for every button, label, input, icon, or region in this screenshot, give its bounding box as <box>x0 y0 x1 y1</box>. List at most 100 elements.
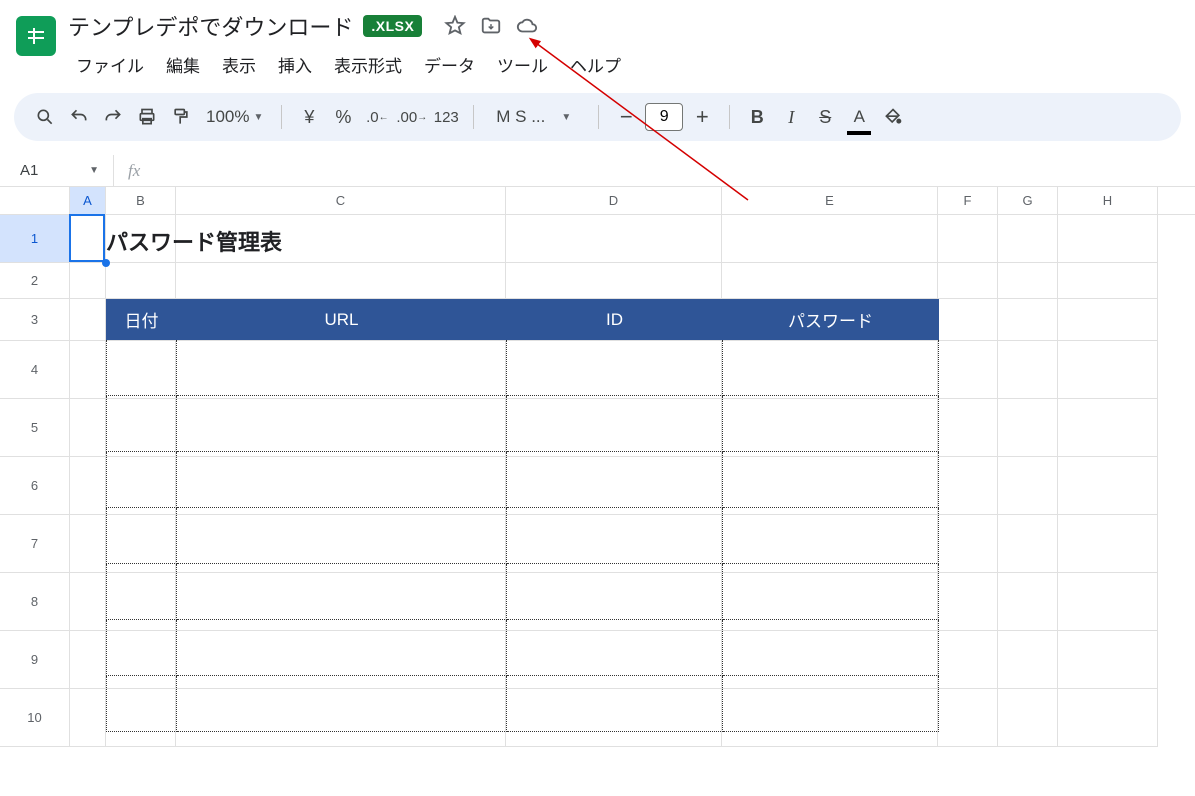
table-header[interactable]: 日付 <box>107 300 177 340</box>
menu-tools[interactable]: ツール <box>489 48 556 81</box>
cell-E2[interactable] <box>722 263 938 299</box>
cell-G1[interactable] <box>998 215 1058 263</box>
cell-H10[interactable] <box>1058 689 1158 747</box>
table-cell[interactable] <box>107 452 177 508</box>
column-header-A[interactable]: A <box>70 187 106 214</box>
cell-D2[interactable] <box>506 263 722 299</box>
table-header[interactable]: ID <box>507 300 723 340</box>
cell-H2[interactable] <box>1058 263 1158 299</box>
row-header-4[interactable]: 4 <box>0 341 70 399</box>
table-cell[interactable] <box>177 676 507 732</box>
cell-F5[interactable] <box>938 399 998 457</box>
menu-file[interactable]: ファイル <box>68 48 152 81</box>
cell-H1[interactable] <box>1058 215 1158 263</box>
table-cell[interactable] <box>723 396 939 452</box>
fill-color-button[interactable] <box>878 101 908 133</box>
cell-A2[interactable] <box>70 263 106 299</box>
menu-edit[interactable]: 編集 <box>158 48 208 81</box>
cell-A9[interactable] <box>70 631 106 689</box>
table-cell[interactable] <box>107 396 177 452</box>
cell-A5[interactable] <box>70 399 106 457</box>
cell-F3[interactable] <box>938 299 998 341</box>
cell-G6[interactable] <box>998 457 1058 515</box>
redo-button[interactable] <box>98 101 128 133</box>
column-header-D[interactable]: D <box>506 187 722 214</box>
cell-G9[interactable] <box>998 631 1058 689</box>
row-header-2[interactable]: 2 <box>0 263 70 299</box>
table-header[interactable]: パスワード <box>723 300 939 340</box>
column-header-B[interactable]: B <box>106 187 176 214</box>
table-cell[interactable] <box>507 396 723 452</box>
menu-format[interactable]: 表示形式 <box>326 48 410 81</box>
table-cell[interactable] <box>723 508 939 564</box>
font-family-select[interactable]: M S ...▼ <box>486 107 586 127</box>
table-cell[interactable] <box>177 452 507 508</box>
column-header-C[interactable]: C <box>176 187 506 214</box>
cell-G7[interactable] <box>998 515 1058 573</box>
cell-G5[interactable] <box>998 399 1058 457</box>
menu-help[interactable]: ヘルプ <box>562 48 629 81</box>
table-cell[interactable] <box>107 564 177 620</box>
cell-F6[interactable] <box>938 457 998 515</box>
table-cell[interactable] <box>107 620 177 676</box>
row-header-1[interactable]: 1 <box>0 215 70 263</box>
cell-H3[interactable] <box>1058 299 1158 341</box>
cell-F8[interactable] <box>938 573 998 631</box>
undo-button[interactable] <box>64 101 94 133</box>
bold-button[interactable]: B <box>742 101 772 133</box>
cell-A10[interactable] <box>70 689 106 747</box>
cell-H6[interactable] <box>1058 457 1158 515</box>
cell-G3[interactable] <box>998 299 1058 341</box>
table-cell[interactable] <box>177 564 507 620</box>
formula-input[interactable] <box>154 155 1195 186</box>
table-cell[interactable] <box>107 508 177 564</box>
cell-F4[interactable] <box>938 341 998 399</box>
italic-button[interactable]: I <box>776 101 806 133</box>
decrease-decimal-button[interactable]: .0← <box>362 101 392 133</box>
table-cell[interactable] <box>507 452 723 508</box>
table-cell[interactable] <box>177 396 507 452</box>
menu-insert[interactable]: 挿入 <box>270 48 320 81</box>
cell-H4[interactable] <box>1058 341 1158 399</box>
table-cell[interactable] <box>507 564 723 620</box>
cell-B2[interactable] <box>106 263 176 299</box>
move-folder-icon[interactable] <box>480 15 502 37</box>
cell-G4[interactable] <box>998 341 1058 399</box>
menu-data[interactable]: データ <box>416 48 483 81</box>
column-header-G[interactable]: G <box>998 187 1058 214</box>
star-icon[interactable] <box>444 15 466 37</box>
table-cell[interactable] <box>723 564 939 620</box>
cell-F2[interactable] <box>938 263 998 299</box>
increase-font-size-button[interactable]: + <box>687 101 717 133</box>
table-header[interactable]: URL <box>177 300 507 340</box>
table-cell[interactable] <box>723 340 939 396</box>
table-cell[interactable] <box>177 620 507 676</box>
cell-A3[interactable] <box>70 299 106 341</box>
text-color-button[interactable]: A <box>844 101 874 133</box>
table-cell[interactable] <box>507 676 723 732</box>
decrease-font-size-button[interactable]: − <box>611 101 641 133</box>
cell-H9[interactable] <box>1058 631 1158 689</box>
table-cell[interactable] <box>107 340 177 396</box>
cell-F9[interactable] <box>938 631 998 689</box>
cell-F10[interactable] <box>938 689 998 747</box>
table-cell[interactable] <box>723 620 939 676</box>
cell-A7[interactable] <box>70 515 106 573</box>
column-header-F[interactable]: F <box>938 187 998 214</box>
row-header-7[interactable]: 7 <box>0 515 70 573</box>
strikethrough-button[interactable]: S <box>810 101 840 133</box>
table-cell[interactable] <box>723 676 939 732</box>
document-title[interactable]: テンプレデポでダウンロード <box>68 10 353 42</box>
row-header-6[interactable]: 6 <box>0 457 70 515</box>
table-cell[interactable] <box>177 508 507 564</box>
paint-format-button[interactable] <box>166 101 196 133</box>
table-cell[interactable] <box>507 340 723 396</box>
column-header-H[interactable]: H <box>1058 187 1158 214</box>
cell-H5[interactable] <box>1058 399 1158 457</box>
percent-button[interactable]: % <box>328 101 358 133</box>
cell-G10[interactable] <box>998 689 1058 747</box>
increase-decimal-button[interactable]: .00→ <box>396 101 427 133</box>
cell-F7[interactable] <box>938 515 998 573</box>
cell-H7[interactable] <box>1058 515 1158 573</box>
currency-button[interactable]: ¥ <box>294 101 324 133</box>
